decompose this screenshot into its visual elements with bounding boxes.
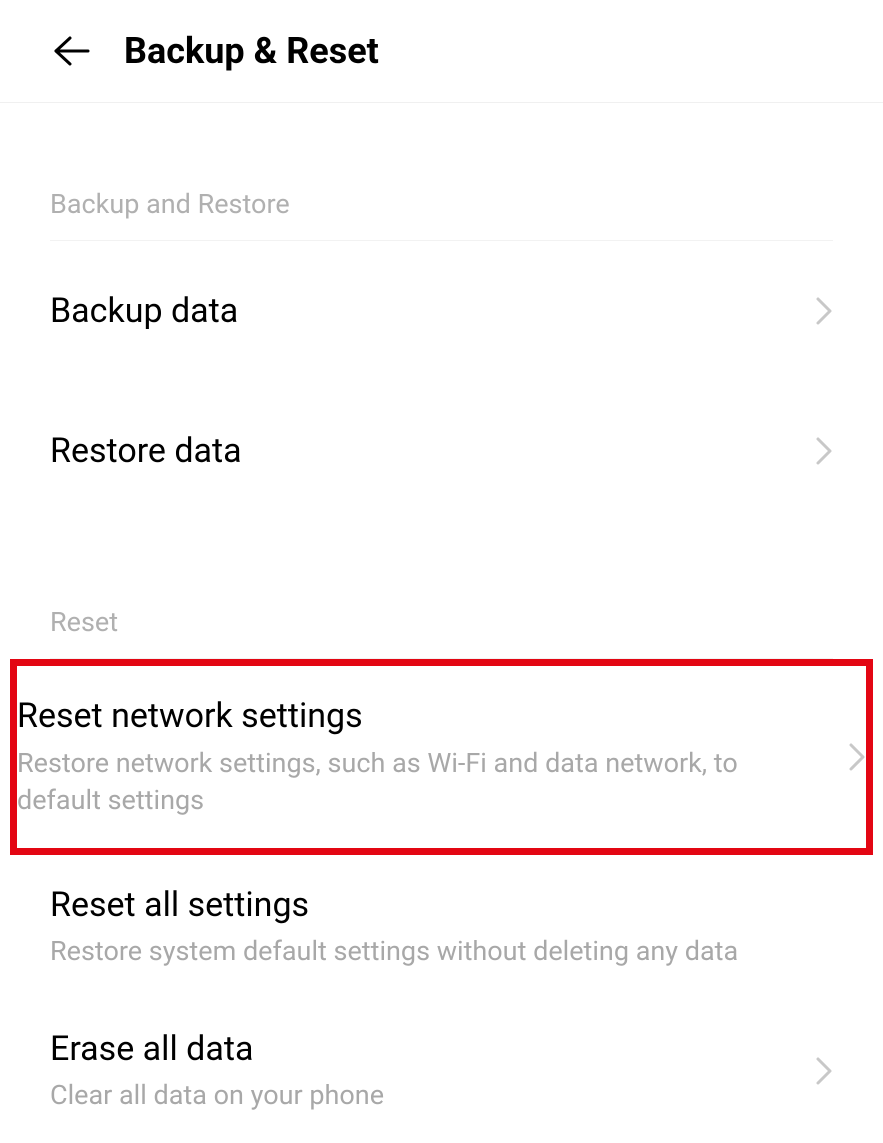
item-subtitle: Restore network settings, such as Wi-Fi … xyxy=(17,745,828,821)
chevron-right-icon xyxy=(848,742,866,772)
item-title: Reset network settings xyxy=(17,694,828,738)
backup-data-item[interactable]: Backup data xyxy=(50,241,833,381)
chevron-right-icon xyxy=(815,296,833,326)
item-title: Erase all data xyxy=(50,1027,795,1071)
page-title: Backup & Reset xyxy=(124,30,379,72)
chevron-right-icon xyxy=(815,1056,833,1086)
item-title: Backup data xyxy=(50,289,795,333)
section-header-backup: Backup and Restore xyxy=(50,103,833,241)
reset-all-settings-item[interactable]: Reset all settings Restore system defaul… xyxy=(50,855,833,999)
item-title: Restore data xyxy=(50,429,795,473)
back-icon[interactable] xyxy=(50,30,92,72)
header-bar: Backup & Reset xyxy=(0,0,883,103)
erase-all-data-item[interactable]: Erase all data Clear all data on your ph… xyxy=(50,999,833,1143)
restore-data-item[interactable]: Restore data xyxy=(50,381,833,521)
item-subtitle: Clear all data on your phone xyxy=(50,1077,795,1115)
item-subtitle: Restore system default settings without … xyxy=(50,933,813,971)
reset-network-settings-item[interactable]: Reset network settings Restore network s… xyxy=(10,659,873,855)
content-area: Backup and Restore Backup data Restore d… xyxy=(0,103,883,1143)
item-title: Reset all settings xyxy=(50,883,813,927)
section-header-reset: Reset xyxy=(50,521,833,659)
chevron-right-icon xyxy=(815,436,833,466)
